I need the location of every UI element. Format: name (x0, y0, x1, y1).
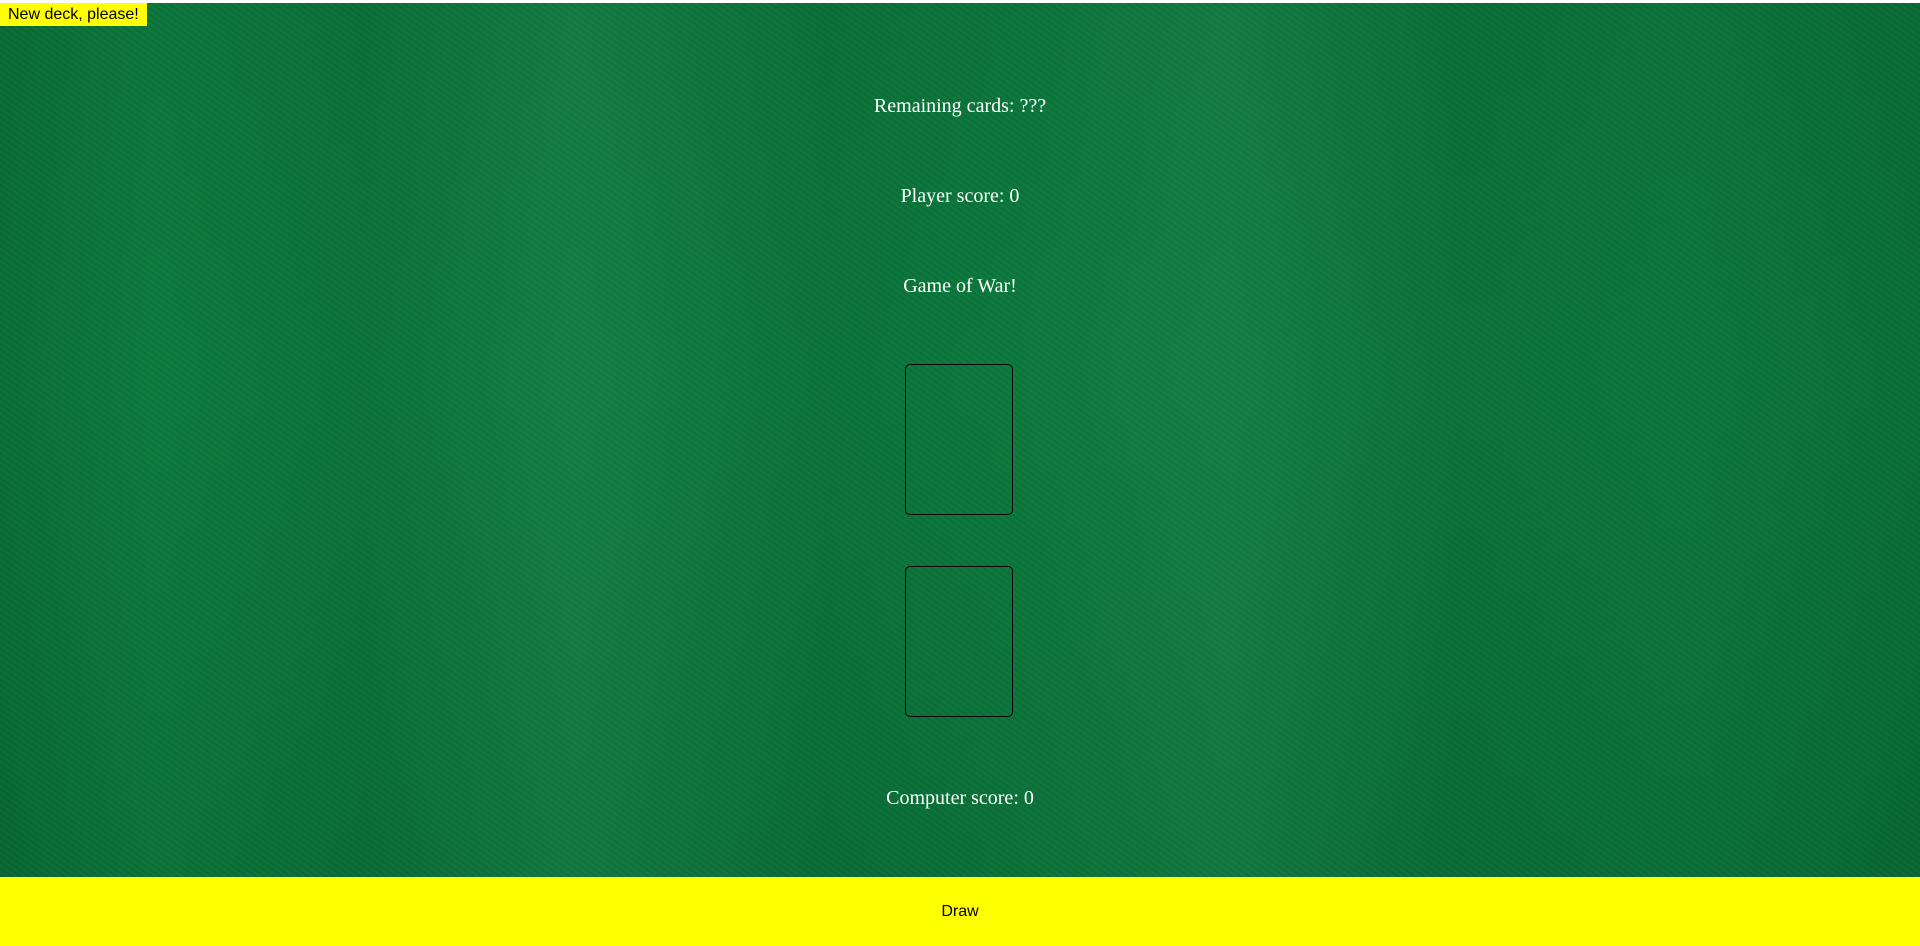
player-score-text: Player score: 0 (900, 185, 1020, 207)
new-deck-button[interactable]: New deck, please! (0, 3, 147, 26)
game-title: Game of War! (903, 275, 1017, 297)
computer-card-slot (905, 364, 1013, 515)
remaining-cards-text: Remaining cards: ??? (873, 95, 1047, 117)
top-strip (0, 0, 1920, 3)
computer-score-text: Computer score: 0 (886, 787, 1034, 809)
draw-button[interactable]: Draw (0, 877, 1920, 946)
player-card-slot (905, 566, 1013, 717)
